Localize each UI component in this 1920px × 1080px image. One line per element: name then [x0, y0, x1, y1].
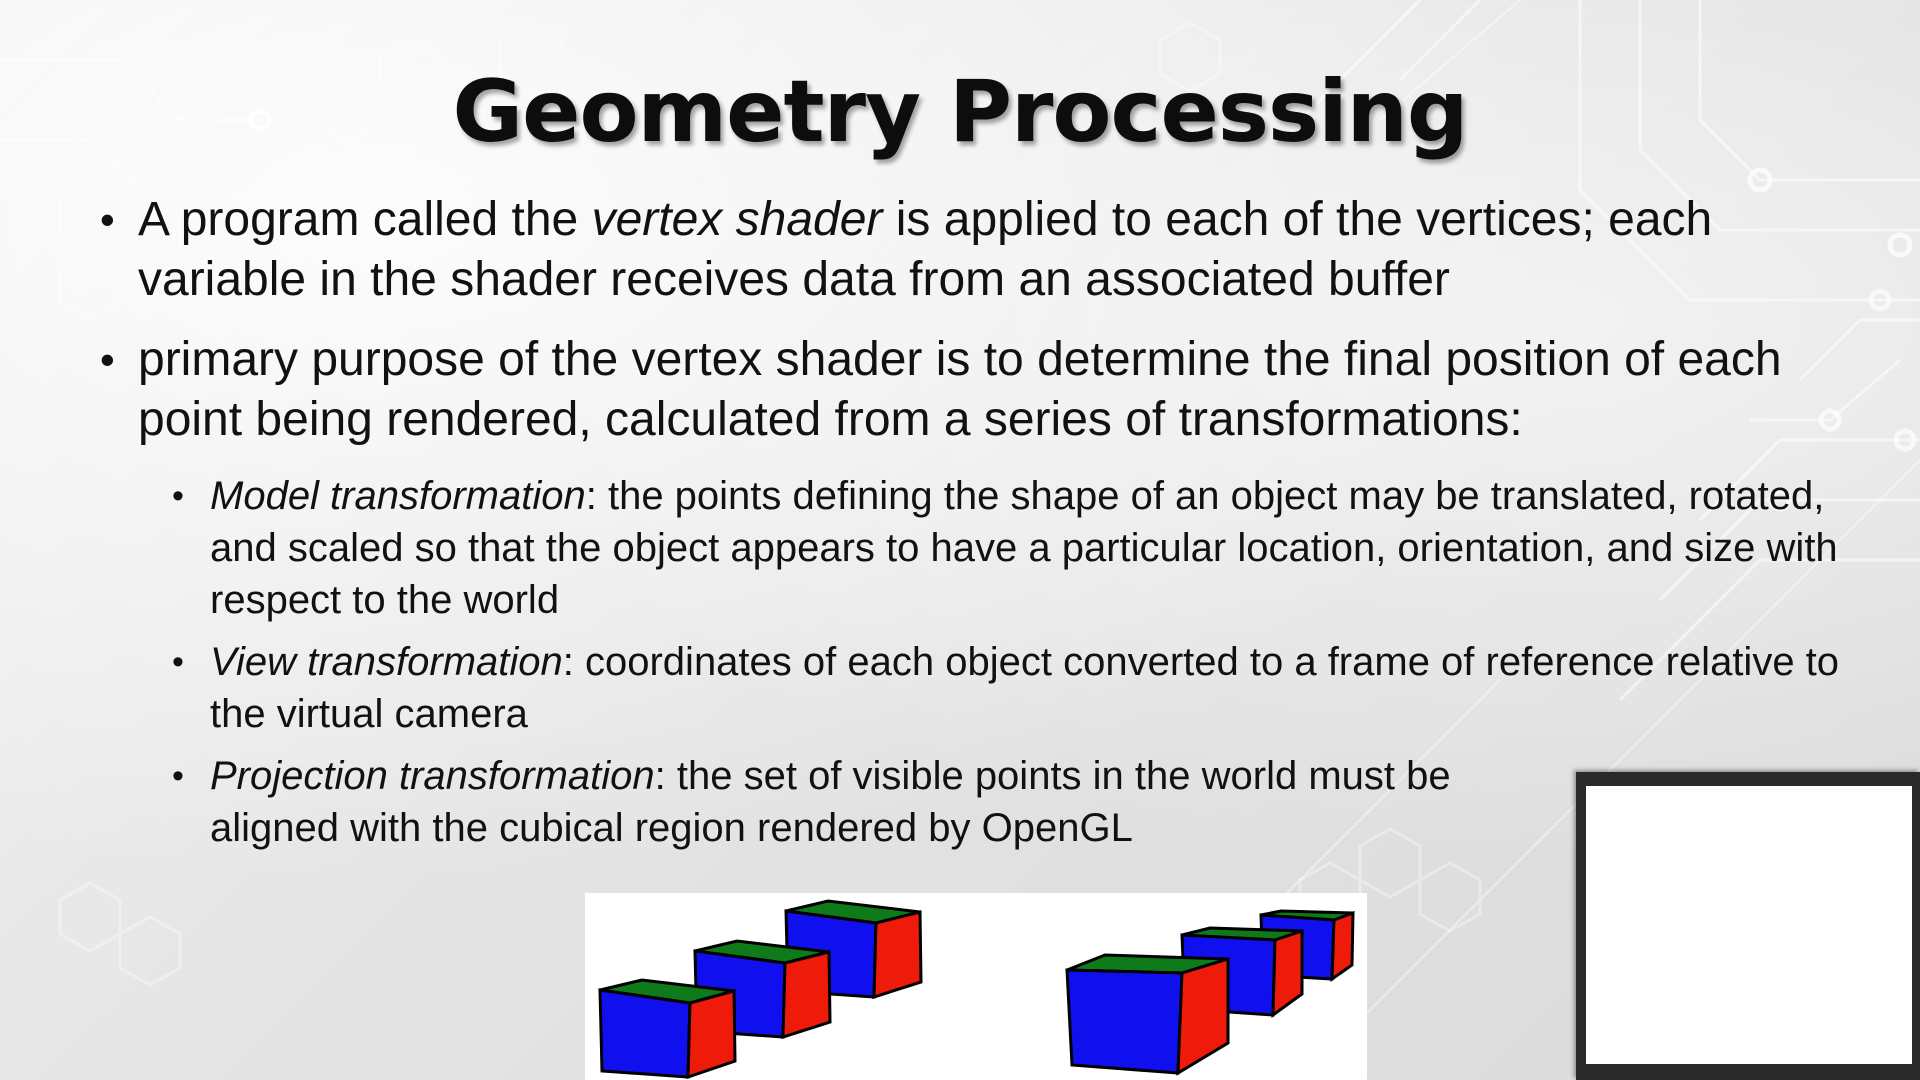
- sub-bullet-view: • View transformation: coordinates of ea…: [172, 636, 1840, 740]
- cube-side-face: [686, 989, 737, 1080]
- sub-bullet-term: Projection transformation: [210, 754, 655, 798]
- cube-front-face: [598, 988, 692, 1079]
- sub-bullet-model: • Model transformation: the points defin…: [172, 470, 1840, 626]
- bullet-emphasis: vertex shader: [591, 193, 883, 246]
- cubes-drawing: [598, 899, 1355, 1080]
- bullet-marker: •: [100, 196, 115, 243]
- sub-bullet-marker: •: [172, 477, 184, 515]
- sub-bullet-term: View transformation: [210, 640, 563, 684]
- cube-front-face: [1065, 968, 1184, 1075]
- video-overlay-screen: [1586, 786, 1912, 1064]
- sub-bullet-projection: • Projection transformation: the set of …: [172, 750, 1500, 854]
- bullet-text: primary purpose of the vertex shader is …: [138, 333, 1782, 446]
- bullet-marker: •: [100, 336, 115, 383]
- video-overlay-frame: [1576, 772, 1920, 1080]
- cube-side-face: [1271, 928, 1304, 1018]
- cube-side-face: [872, 910, 923, 1000]
- sub-bullet-marker: •: [172, 757, 184, 795]
- cube-side-face: [1176, 956, 1230, 1076]
- cube-right-1: [1065, 953, 1230, 1076]
- bullet-list: • A program called the vertex shader is …: [100, 190, 1840, 864]
- slide-title: Geometry Processing: [452, 62, 1469, 162]
- bullet-text-pre: A program called the: [138, 193, 592, 246]
- cube-side-face: [1330, 910, 1355, 982]
- cube-left-1: [598, 978, 737, 1080]
- cube-side-face: [781, 950, 832, 1040]
- sub-bullet-term: Model transformation: [210, 474, 586, 518]
- cube-illustration: [585, 893, 1367, 1080]
- sub-bullet-marker: •: [172, 643, 184, 681]
- bullet-vertex-shader: • A program called the vertex shader is …: [100, 190, 1840, 310]
- bullet-primary-purpose: • primary purpose of the vertex shader i…: [100, 330, 1840, 450]
- video-overlay-bezel: [1576, 1068, 1920, 1080]
